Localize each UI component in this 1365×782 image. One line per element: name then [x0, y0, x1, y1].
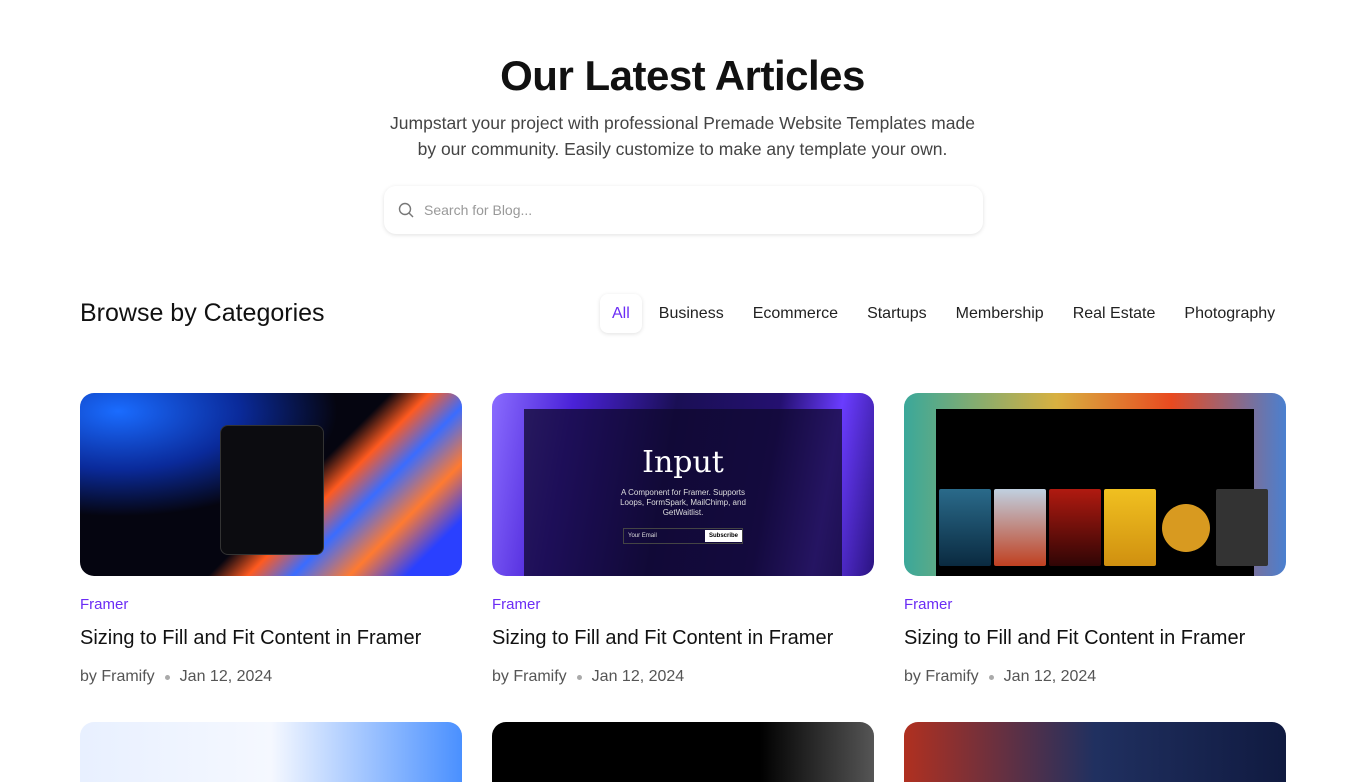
article-card[interactable]: Framer Sizing to Fill and Fit Content in…: [904, 393, 1286, 686]
article-title[interactable]: Sizing to Fill and Fit Content in Framer: [904, 627, 1286, 650]
tab-business[interactable]: Business: [647, 294, 736, 333]
tab-membership[interactable]: Membership: [944, 294, 1056, 333]
article-author: by Framify: [904, 668, 979, 685]
tab-startups[interactable]: Startups: [855, 294, 939, 333]
settings-panel-image: [220, 425, 324, 555]
article-title[interactable]: Sizing to Fill and Fit Content in Framer: [80, 627, 462, 650]
article-card[interactable]: Framer Sizing to Fill and Fit Content in…: [80, 393, 462, 686]
category-tabs: All Business Ecommerce Startups Membersh…: [600, 294, 1292, 333]
article-thumbnail[interactable]: [80, 393, 462, 576]
article-thumbnail[interactable]: [904, 722, 1286, 782]
article-category[interactable]: Framer: [904, 596, 1286, 613]
separator-dot: [988, 674, 994, 680]
thumb-email: Your Email: [628, 533, 657, 539]
thumb-description: A Component for Framer. Supports Loops, …: [620, 488, 746, 517]
search-icon: [398, 202, 414, 218]
tab-ecommerce[interactable]: Ecommerce: [741, 294, 850, 333]
categories-heading: Browse by Categories: [80, 299, 325, 327]
page-title: Our Latest Articles: [500, 52, 865, 99]
search-input[interactable]: [424, 202, 964, 218]
article-thumbnail[interactable]: Input A Component for Framer. Supports L…: [492, 393, 874, 576]
page-subtitle: Jumpstart your project with professional…: [0, 110, 1365, 162]
article-category[interactable]: Framer: [492, 596, 874, 613]
tab-photography[interactable]: Photography: [1172, 294, 1287, 333]
movie-screen-image: [936, 409, 1268, 576]
thumb-heading: Input: [642, 445, 724, 480]
article-category[interactable]: Framer: [80, 596, 462, 613]
article-title[interactable]: Sizing to Fill and Fit Content in Framer: [492, 627, 874, 650]
article-card[interactable]: Input A Component for Framer. Supports L…: [492, 393, 874, 686]
article-author: by Framify: [492, 668, 567, 685]
tab-real-estate[interactable]: Real Estate: [1061, 294, 1168, 333]
article-date: Jan 12, 2024: [591, 668, 685, 685]
article-date: Jan 12, 2024: [1003, 668, 1097, 685]
separator-dot: [576, 674, 582, 680]
search-box[interactable]: [384, 186, 983, 234]
subtitle-line: Jumpstart your project with professional…: [390, 113, 975, 133]
separator-dot: [164, 674, 170, 680]
article-thumbnail[interactable]: [492, 722, 874, 782]
subtitle-line: by our community. Easily customize to ma…: [417, 139, 948, 159]
tab-all[interactable]: All: [600, 294, 642, 333]
thumb-subscribe: Subscribe: [704, 530, 742, 542]
article-thumbnail[interactable]: [904, 393, 1286, 576]
article-author: by Framify: [80, 668, 155, 685]
article-date: Jan 12, 2024: [179, 668, 273, 685]
article-thumbnail[interactable]: [80, 722, 462, 782]
